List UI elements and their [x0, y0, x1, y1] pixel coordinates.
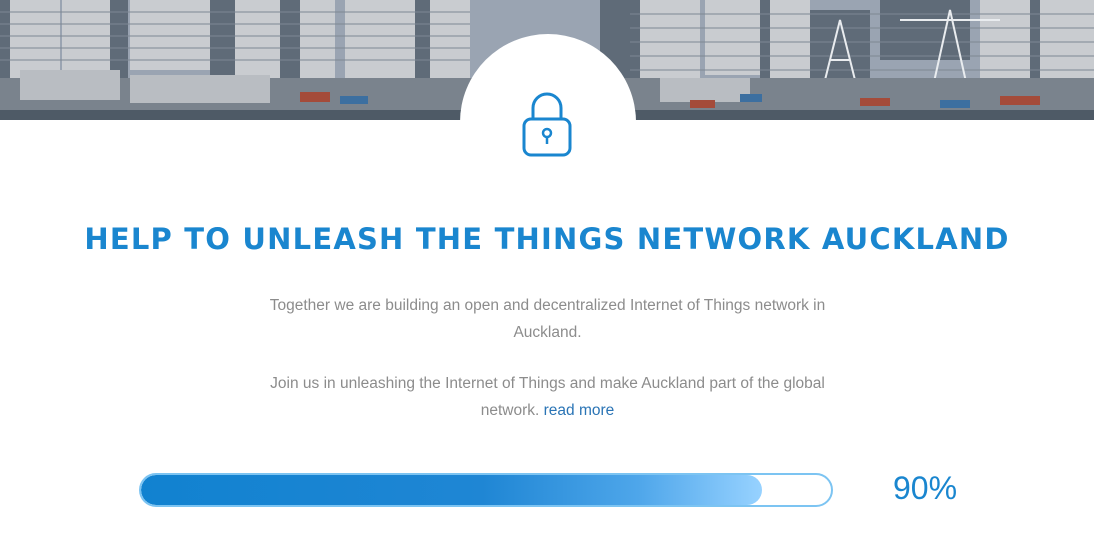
intro-paragraph-1: Together we are building an open and dec…: [269, 297, 826, 341]
page: HELP TO UNLEASH THE THINGS NETWORK AUCKL…: [0, 0, 1094, 554]
progress-percent-label: 90%: [892, 470, 958, 506]
progress-bar-fill: [141, 475, 762, 505]
lock-icon: [520, 90, 574, 158]
page-title: HELP TO UNLEASH THE THINGS NETWORK AUCKL…: [84, 222, 1010, 256]
intro-paragraph-2: Join us in unleashing the Internet of Th…: [260, 370, 835, 424]
read-more-link[interactable]: read more: [544, 402, 615, 419]
progress-bar: [139, 473, 833, 507]
